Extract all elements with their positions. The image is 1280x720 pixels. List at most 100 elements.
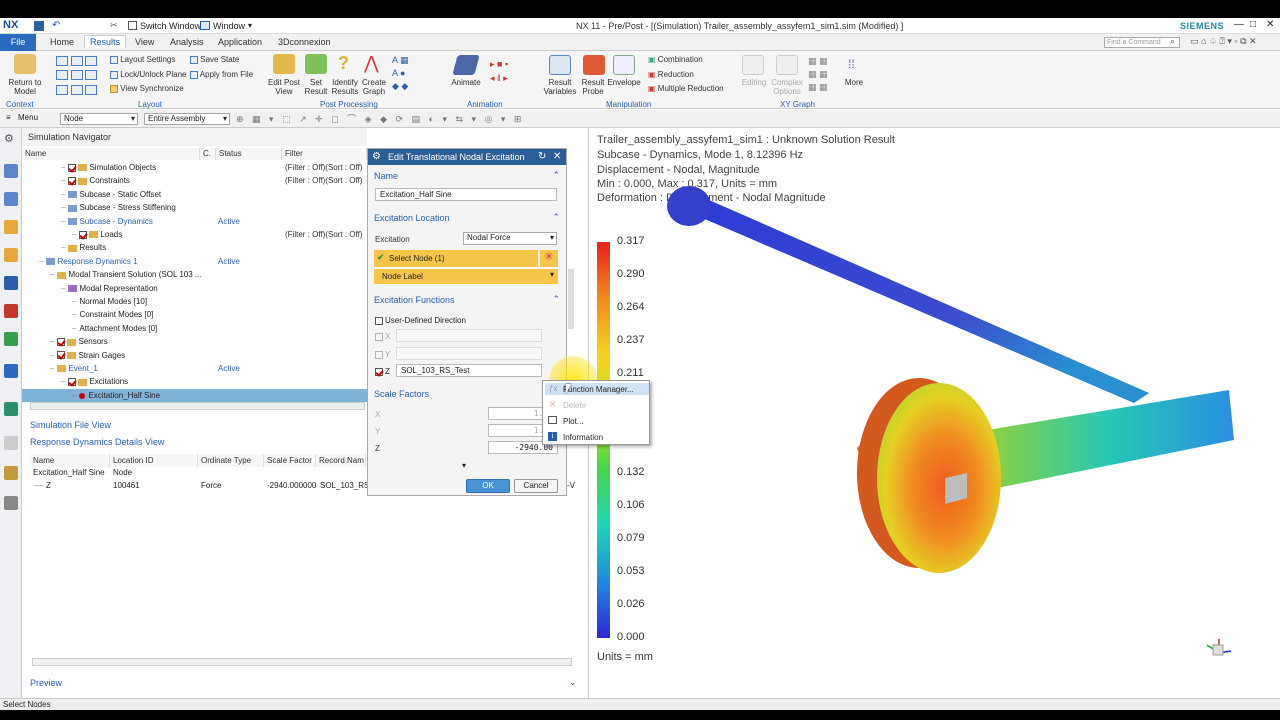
visibility-checkbox[interactable] (68, 163, 77, 172)
expand-toggle-icon[interactable]: – (61, 377, 65, 386)
result-variables-button[interactable]: Result Variables (542, 78, 578, 96)
col-ordinate-type[interactable]: Ordinate Type (198, 454, 264, 467)
tree-row[interactable]: – Excitation_Half Sine (22, 388, 367, 402)
complex-options-button[interactable]: Complex Options (768, 78, 806, 96)
expand-toggle-icon[interactable]: – (72, 324, 76, 333)
tree-node[interactable]: – Strain Gages (50, 349, 125, 362)
excitation-location-group[interactable]: Excitation Location (374, 213, 450, 223)
tree-row[interactable]: – Event_1 Active (22, 362, 367, 375)
expand-toggle-icon[interactable]: – (61, 243, 65, 252)
col-c[interactable]: C. (200, 148, 216, 160)
tree-row[interactable]: – Modal Transient Solution (SOL 103 ... (22, 268, 367, 281)
col-record-name[interactable]: Record Nam (316, 454, 366, 467)
gear-icon[interactable]: ⚙ (4, 132, 18, 146)
file-tab[interactable]: File (0, 34, 36, 51)
excitation-functions-group[interactable]: Excitation Functions (374, 295, 455, 305)
z-checkbox[interactable] (375, 367, 383, 376)
visibility-checkbox[interactable] (68, 378, 77, 387)
reuse-library-icon[interactable] (4, 276, 18, 290)
menu-button[interactable]: Menu (18, 113, 38, 122)
expand-toggle-icon[interactable]: – (61, 217, 65, 226)
tree-row[interactable]: – Subcase - Static Offset (22, 188, 367, 201)
constraint-navigator-icon[interactable] (4, 248, 18, 262)
tab-home[interactable]: Home (50, 37, 74, 47)
multiple-reduction-button[interactable]: ▣ Multiple Reduction (648, 84, 724, 93)
visibility-checkbox[interactable] (57, 351, 66, 360)
lock-unlock-plane-button[interactable]: Lock/Unlock Plane (110, 70, 187, 79)
tree-node[interactable]: – Subcase - Dynamics (61, 215, 153, 228)
scope-select[interactable]: Entire Assembly (144, 113, 230, 125)
expand-toggle-icon[interactable]: – (50, 351, 54, 360)
animate-button[interactable]: Animate (446, 78, 486, 87)
search-icon[interactable]: ⌕ (1170, 36, 1175, 47)
identify-results-button[interactable]: Identify Results (328, 78, 362, 96)
more-options-icon[interactable]: ▾ (462, 461, 466, 470)
expand-toggle-icon[interactable]: – (50, 270, 54, 279)
history-icon[interactable] (4, 364, 18, 378)
col-scale-factor[interactable]: Scale Factor (264, 454, 316, 467)
tab-3dconnexion[interactable]: 3Dconnexion (278, 37, 331, 47)
tree-node[interactable]: – Response Dynamics 1 (39, 255, 138, 268)
x-function-row[interactable]: X (375, 331, 390, 341)
chevron-up-icon[interactable]: ⌃ (552, 294, 560, 305)
name-input[interactable]: Excitation_Half Sine (375, 188, 557, 201)
type-filter-select[interactable]: Node (60, 113, 138, 125)
expand-toggle-icon[interactable]: – (61, 190, 65, 199)
scale-factors-group[interactable]: Scale Factors (374, 389, 429, 399)
tree-node[interactable]: – Modal Representation (61, 282, 158, 295)
tree-node[interactable]: – Event_1 (50, 362, 98, 375)
simulation-file-view[interactable]: Simulation File View (30, 420, 111, 430)
tree-row[interactable]: – Strain Gages (22, 349, 367, 362)
expand-toggle-icon[interactable]: – (61, 176, 65, 185)
preview-section[interactable]: Preview (30, 678, 62, 688)
envelope-button[interactable]: Envelope (604, 78, 644, 87)
expand-toggle-icon[interactable]: – (50, 337, 54, 346)
toolbar-icons[interactable]: ▭ ⌂ ♤ ⍰ ▾ ▫ ⧉ ✕ (1190, 36, 1257, 47)
animation-controls[interactable]: ▸ ■ ▪ ◂ ‖ ▸ (490, 57, 508, 85)
maximize-button[interactable]: □ (1250, 19, 1256, 30)
chevron-up-icon[interactable]: ⌃ (552, 212, 560, 223)
combination-button[interactable]: ▣ Combination (648, 55, 703, 64)
tab-application[interactable]: Application (218, 37, 262, 47)
undo-icon[interactable]: ↶ (52, 20, 60, 31)
selection-tool-icons[interactable]: ⊕ ▦ ▾ ⬚ ↗ ✛ ◻ ⌒ ◈ ◆ ⟳ ▤ ◐ ▾ ⇆ ▾ ◎ ▾ ⊞ (236, 112, 524, 125)
tree-node[interactable]: – Subcase - Static Offset (61, 188, 161, 201)
menu-delete[interactable]: Delete (563, 401, 586, 410)
row-expand-icon[interactable]: — (35, 479, 43, 492)
xy-small-icons[interactable]: ▦ ▦ ▦ ▦ ▦ ▦ (808, 55, 828, 94)
tab-results[interactable]: Results (84, 35, 127, 48)
tree-row[interactable]: – Sensors (22, 335, 367, 348)
tree-node[interactable]: – Subcase - Stress Stiffening (61, 201, 176, 214)
chevron-up-icon[interactable]: ⌃ (552, 170, 560, 181)
roles-icon[interactable] (4, 436, 18, 450)
z-function-row[interactable]: Z (375, 366, 390, 376)
visibility-checkbox[interactable] (68, 177, 77, 186)
tree-node[interactable]: – Excitation_Half Sine (72, 389, 160, 402)
node-select-icon[interactable]: ✳ (540, 250, 558, 267)
part-navigator-icon[interactable] (4, 192, 18, 206)
tree-row[interactable]: – Results (22, 241, 367, 254)
tree-node[interactable]: – Loads (72, 228, 122, 241)
close-icon[interactable]: ✕ (553, 151, 561, 162)
y-checkbox[interactable] (375, 350, 383, 359)
reset-icon[interactable]: ↻ (538, 151, 546, 162)
tree-row[interactable]: – Subcase - Dynamics Active (22, 215, 367, 228)
reduction-button[interactable]: ▣ Reduction (648, 70, 694, 79)
col-name[interactable]: Name (22, 148, 200, 160)
tree-row[interactable]: – Attachment Modes [0] (22, 322, 367, 335)
edit-post-view-button[interactable]: Edit Post View (265, 78, 303, 96)
expand-toggle-icon[interactable]: – (72, 310, 76, 319)
navigator-hscrollbar[interactable] (30, 402, 365, 410)
expand-toggle-icon[interactable]: – (39, 257, 43, 266)
tree-node[interactable]: – Normal Modes [10] (72, 295, 147, 308)
x-checkbox[interactable] (375, 332, 383, 341)
create-graph-button[interactable]: Create Graph (358, 78, 390, 96)
sim-navigator-icon[interactable] (4, 164, 18, 178)
tree-row[interactable]: – Response Dynamics 1 Active (22, 255, 367, 268)
tree-row[interactable]: – Loads (Filter : Off)(Sort : Off) (22, 228, 367, 241)
name-group[interactable]: Name (374, 171, 398, 181)
save-icon[interactable] (34, 21, 44, 31)
hd3d-icon[interactable] (4, 304, 18, 318)
y-function-row[interactable]: Y (375, 349, 390, 359)
tree-node[interactable]: – Excitations (61, 375, 128, 388)
